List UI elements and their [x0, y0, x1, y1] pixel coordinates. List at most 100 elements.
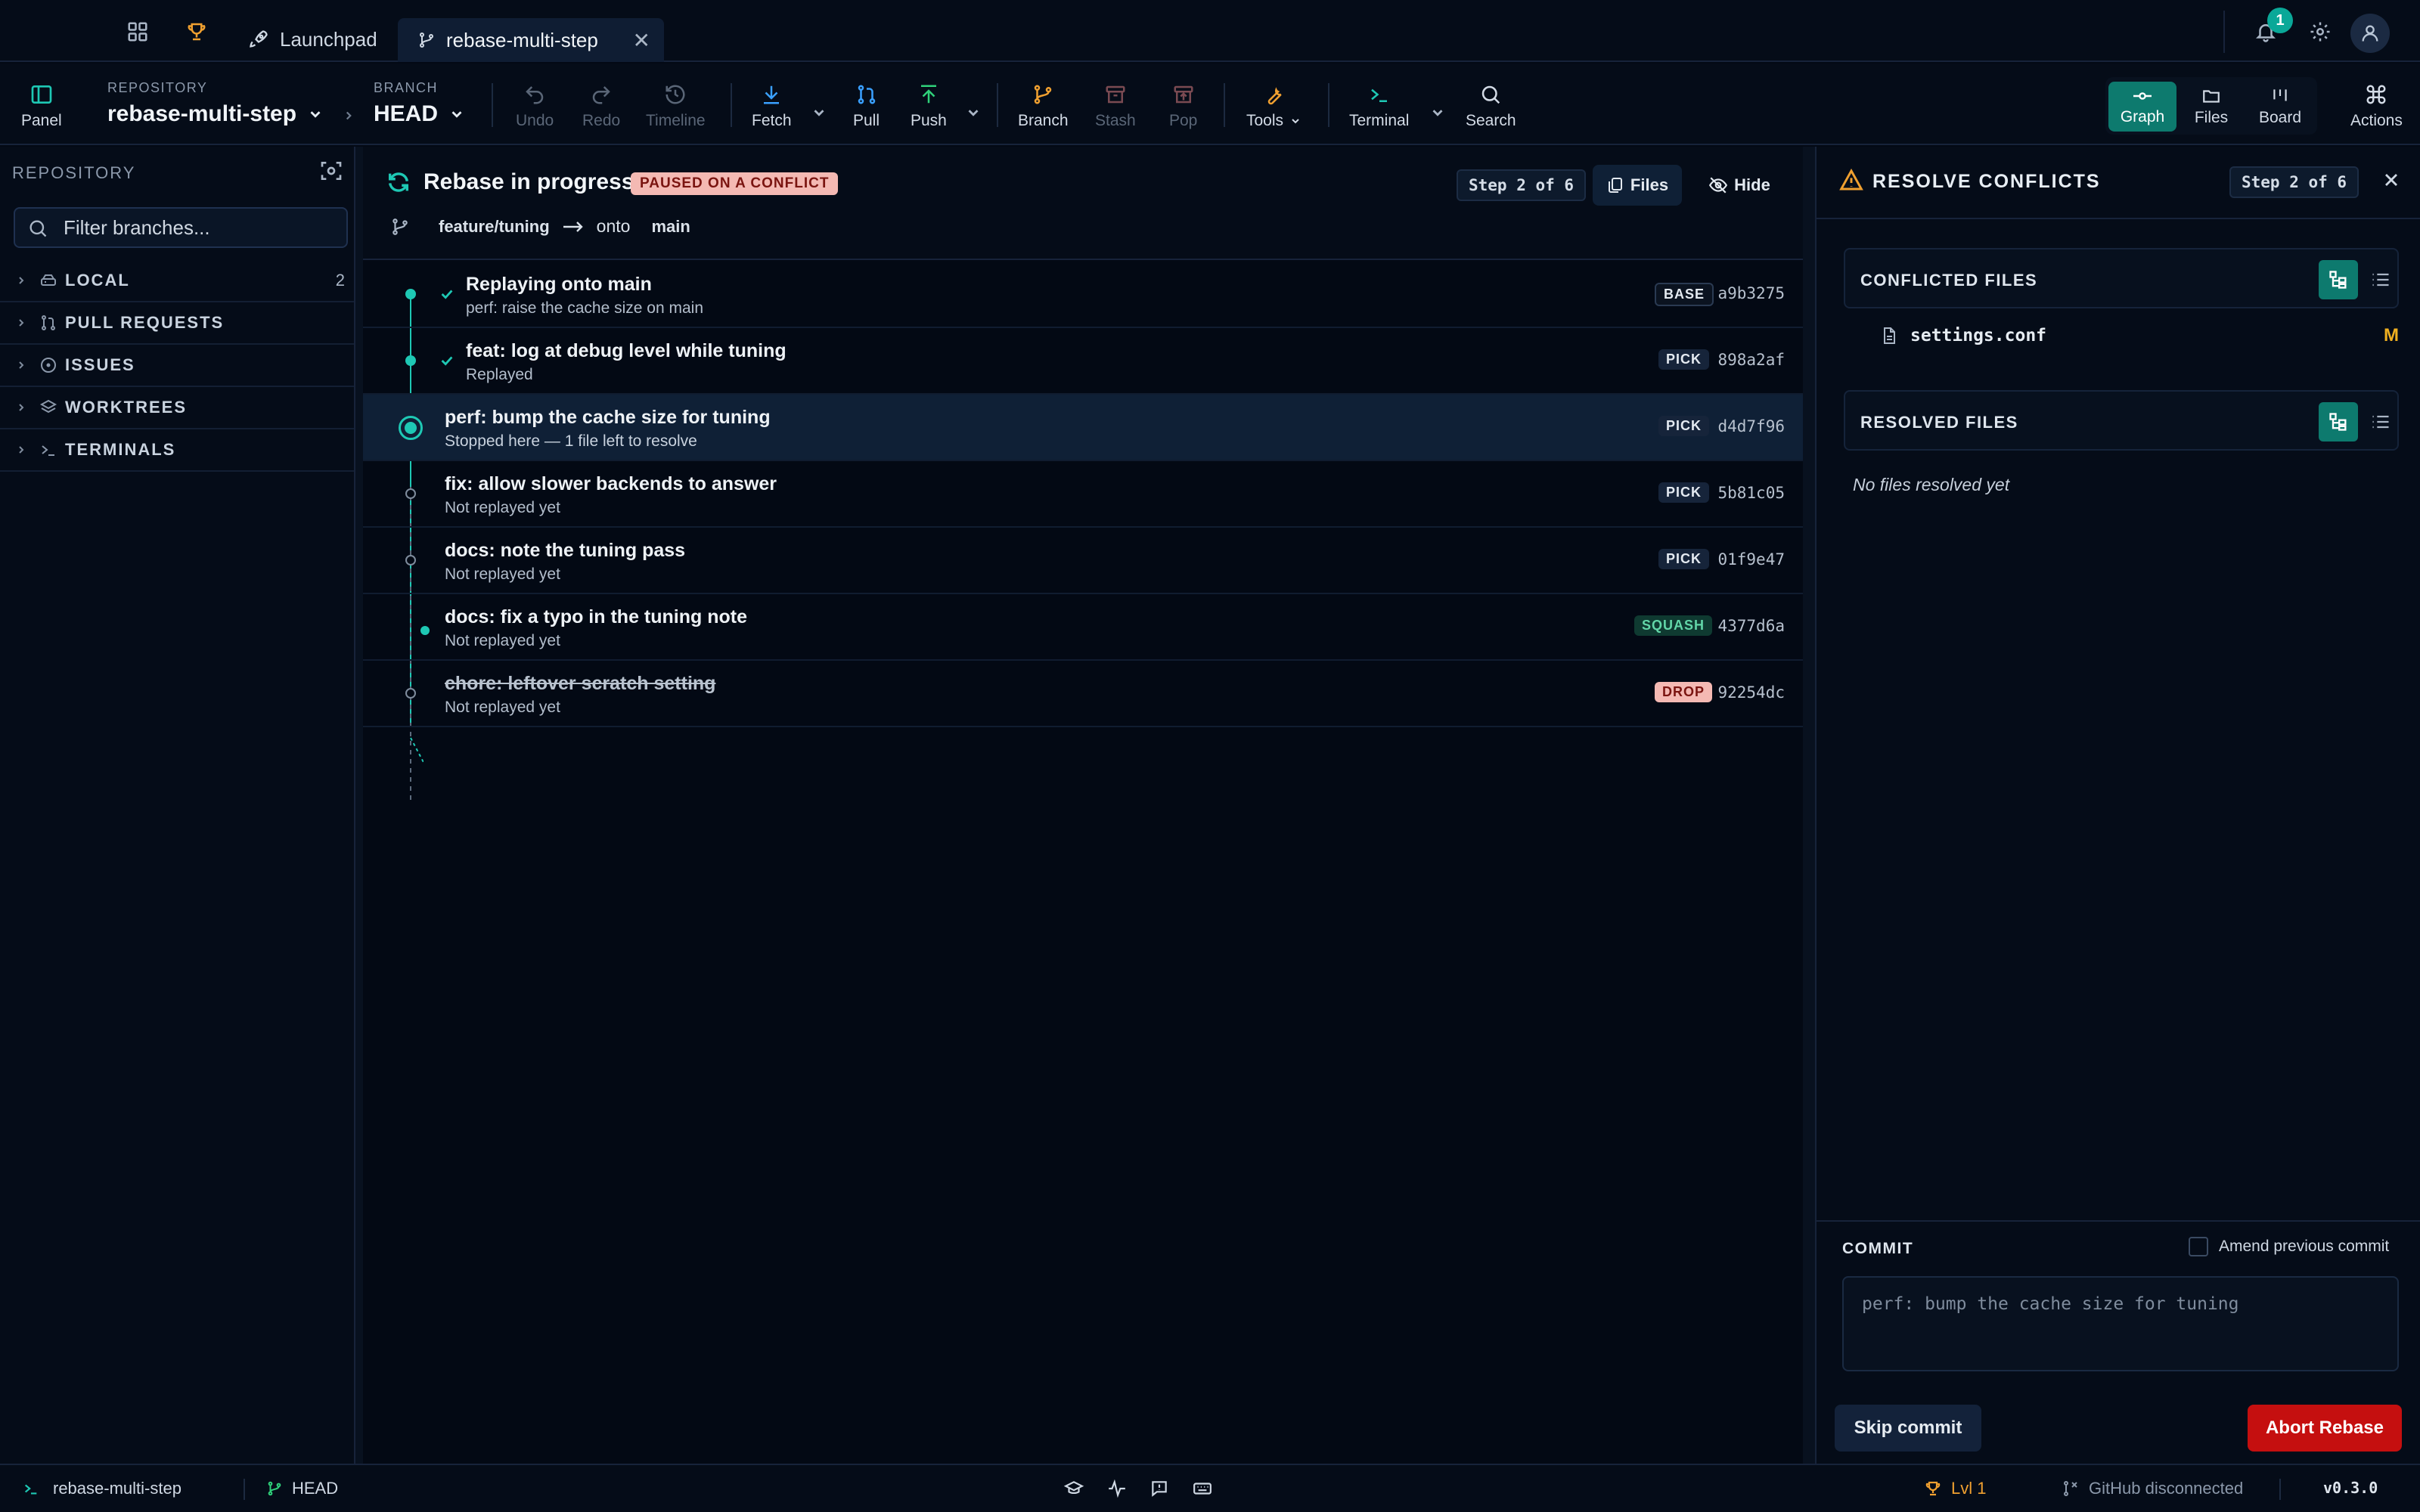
close-tab-icon[interactable]: ✕: [633, 28, 650, 53]
sidebar-item-worktrees[interactable]: WORKTREES: [0, 387, 354, 429]
graduation-cap-icon[interactable]: [1063, 1479, 1084, 1498]
sidebar-item-label: WORKTREES: [65, 398, 187, 417]
sidebar-item-label: LOCAL: [65, 271, 130, 290]
commit-row[interactable]: Replaying onto main perf: raise the cach…: [363, 262, 1803, 328]
arrow-right-icon: [562, 219, 585, 234]
gear-icon[interactable]: [2302, 14, 2338, 50]
skip-commit-button[interactable]: Skip commit: [1835, 1405, 1981, 1452]
panel-button[interactable]: Panel: [21, 82, 62, 130]
github-status: GitHub disconnected: [2089, 1479, 2244, 1498]
tab-rebase-multi-step[interactable]: rebase-multi-step ✕: [398, 18, 664, 62]
chevron-right-icon: [15, 401, 27, 414]
abort-rebase-button[interactable]: Abort Rebase: [2248, 1405, 2402, 1452]
commit-action-tag: SQUASH: [1634, 615, 1712, 636]
status-repo-name: rebase-multi-step: [53, 1479, 182, 1498]
undo-button[interactable]: Undo: [516, 82, 554, 130]
commit-hash: 898a2af: [1717, 351, 1785, 369]
tools-button[interactable]: Tools: [1246, 82, 1302, 130]
commit-row[interactable]: fix: allow slower backends to answer Not…: [363, 461, 1803, 528]
branch-selector[interactable]: HEAD: [374, 101, 465, 127]
commit-row-current[interactable]: perf: bump the cache size for tuning Sto…: [363, 395, 1803, 461]
files-button[interactable]: Files: [1593, 165, 1682, 206]
push-label: Push: [911, 112, 947, 129]
commit-subtitle: Stopped here — 1 file left to resolve: [445, 432, 697, 450]
terminal-button[interactable]: Terminal: [1349, 82, 1409, 130]
hide-button[interactable]: Hide: [1702, 165, 1777, 206]
commit-row[interactable]: docs: fix a typo in the tuning note Not …: [363, 594, 1803, 661]
rebase-branches: feature/tuning onto main: [390, 216, 690, 237]
close-icon[interactable]: [2381, 169, 2402, 191]
empty-resolved-message: No files resolved yet: [1853, 475, 2010, 494]
pop-button[interactable]: Pop: [1169, 82, 1197, 130]
terminal-dropdown-icon[interactable]: [1429, 104, 1446, 121]
user-avatar[interactable]: [2350, 14, 2390, 53]
check-icon: [439, 352, 455, 369]
commit-title: fix: allow slower backends to answer: [445, 473, 777, 494]
commit-message-input[interactable]: perf: bump the cache size for tuning: [1842, 1276, 2399, 1371]
repository-selector[interactable]: rebase-multi-step: [107, 101, 324, 127]
sidebar-item-pull-requests[interactable]: PULL REQUESTS: [0, 302, 354, 345]
focus-icon[interactable]: [319, 159, 343, 183]
status-github[interactable]: GitHub disconnected: [2062, 1479, 2243, 1498]
pull-request-icon: [855, 82, 878, 107]
files-label: Files: [2194, 109, 2229, 126]
checkbox[interactable]: [2189, 1237, 2208, 1256]
list-view-icon[interactable]: [2361, 402, 2400, 442]
sidebar-item-terminals[interactable]: TERMINALS: [0, 429, 354, 472]
stash-button[interactable]: Stash: [1095, 82, 1136, 130]
filter-branches-input[interactable]: Filter branches...: [14, 207, 348, 248]
commit-message-text: perf: bump the cache size for tuning: [1862, 1294, 2239, 1314]
archive-icon: [1104, 82, 1127, 107]
actions-button[interactable]: Actions: [2350, 82, 2403, 130]
timeline-button[interactable]: Timeline: [646, 82, 706, 130]
fetch-button[interactable]: Fetch: [752, 82, 792, 130]
view-graph-button[interactable]: Graph: [2108, 82, 2176, 132]
keyboard-icon[interactable]: [1192, 1479, 1213, 1498]
commit-graph-icon: [2133, 92, 2152, 100]
rocket-icon: [248, 29, 269, 50]
tree-view-icon[interactable]: [2319, 260, 2358, 299]
search-icon: [27, 218, 48, 239]
list-view-icon[interactable]: [2361, 260, 2400, 299]
status-branch[interactable]: HEAD: [266, 1479, 338, 1498]
search-button[interactable]: Search: [1466, 82, 1516, 130]
pull-button[interactable]: Pull: [853, 82, 880, 130]
tab-launchpad[interactable]: Launchpad: [245, 18, 396, 60]
commit-row[interactable]: chore: leftover scratch setting Not repl…: [363, 661, 1803, 727]
commit-row[interactable]: feat: log at debug level while tuning Re…: [363, 328, 1803, 395]
stash-label: Stash: [1095, 112, 1136, 129]
terminal-icon: [1368, 82, 1391, 107]
rebase-view: Rebase in progress PAUSED ON A CONFLICT …: [363, 147, 1803, 1464]
push-dropdown-icon[interactable]: [965, 104, 982, 121]
git-branch-icon: [268, 1481, 281, 1496]
commit-row[interactable]: docs: note the tuning pass Not replayed …: [363, 528, 1803, 594]
feedback-icon[interactable]: [1150, 1479, 1169, 1498]
sidebar-resize-handle[interactable]: [355, 147, 363, 1464]
grid-icon[interactable]: [123, 17, 153, 47]
status-level[interactable]: Lvl 1: [1924, 1479, 1986, 1498]
sidebar-item-issues[interactable]: ISSUES: [0, 345, 354, 387]
push-button[interactable]: Push: [911, 82, 947, 130]
trophy-icon[interactable]: [182, 17, 212, 47]
branch-button[interactable]: Branch: [1018, 82, 1069, 130]
amend-checkbox[interactable]: Amend previous commit: [2189, 1237, 2389, 1256]
activity-icon[interactable]: [1107, 1479, 1127, 1498]
user-icon: [2362, 25, 2378, 42]
tree-view-icon[interactable]: [2319, 402, 2358, 442]
layers-icon: [39, 398, 57, 417]
status-repo[interactable]: rebase-multi-step: [23, 1479, 182, 1498]
view-board-button[interactable]: Board: [2246, 82, 2314, 132]
commit-action-tag: BASE: [1654, 283, 1714, 306]
repository-label: REPOSITORY: [107, 80, 208, 95]
panel-resize-handle[interactable]: [1803, 147, 1815, 1464]
fetch-dropdown-icon[interactable]: [811, 104, 827, 121]
board-label: Board: [2258, 109, 2302, 126]
redo-button[interactable]: Redo: [582, 82, 620, 130]
commit-action-tag: PICK: [1658, 549, 1709, 569]
sidebar-item-label: PULL REQUESTS: [65, 313, 225, 332]
commit-hash: 92254dc: [1717, 683, 1785, 702]
view-files-button[interactable]: Files: [2178, 82, 2245, 132]
sidebar-item-local[interactable]: LOCAL 2: [0, 260, 354, 302]
resolved-files-section: RESOLVED FILES: [1844, 390, 2399, 451]
conflicted-file-row[interactable]: settings.conf M: [1844, 311, 2399, 360]
